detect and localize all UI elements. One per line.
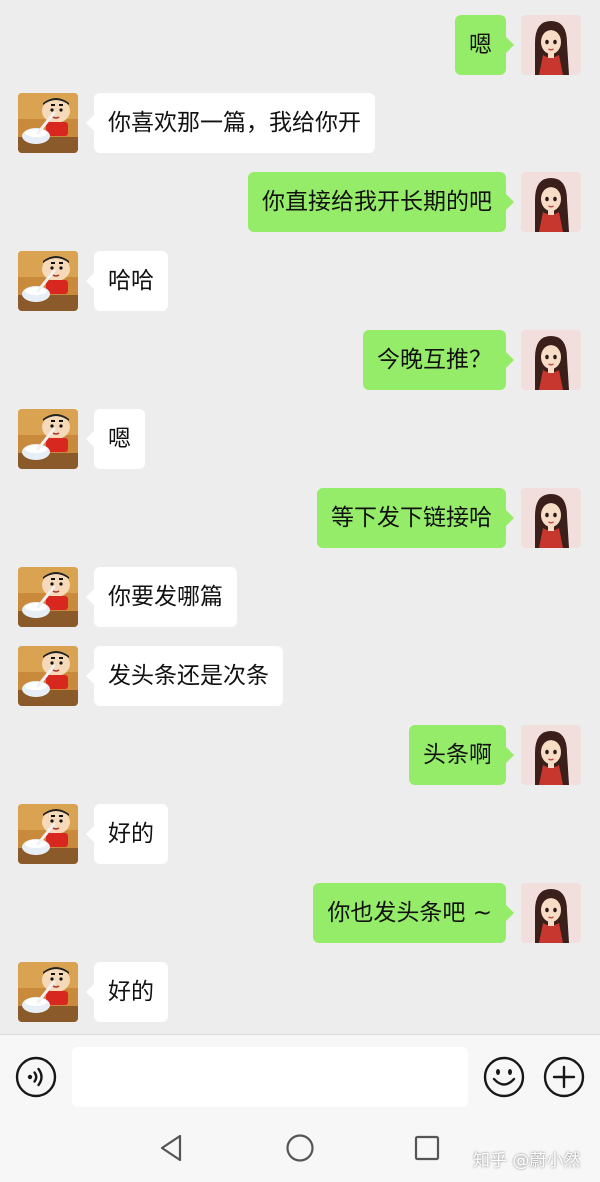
contact-avatar[interactable] bbox=[18, 567, 78, 627]
message-row: 好的 bbox=[0, 962, 600, 1022]
contact-avatar-image bbox=[18, 962, 78, 1022]
self-avatar-image bbox=[521, 172, 581, 232]
message-row: 等下发下链接哈 bbox=[0, 488, 600, 548]
message-bubble[interactable]: 好的 bbox=[86, 804, 168, 864]
message-bubble[interactable]: 你喜欢那一篇，我给你开 bbox=[86, 93, 375, 153]
self-avatar[interactable] bbox=[521, 725, 581, 785]
plus-icon[interactable] bbox=[543, 1056, 585, 1098]
message-row: 你要发哪篇 bbox=[0, 567, 600, 627]
self-avatar[interactable] bbox=[521, 883, 581, 943]
message-bubble[interactable]: 嗯 bbox=[86, 409, 145, 469]
contact-avatar-image bbox=[18, 251, 78, 311]
contact-avatar[interactable] bbox=[18, 804, 78, 864]
back-triangle-icon[interactable] bbox=[156, 1132, 188, 1164]
message-bubble[interactable]: 好的 bbox=[86, 962, 168, 1022]
message-input[interactable] bbox=[72, 1047, 468, 1107]
contact-avatar-image bbox=[18, 567, 78, 627]
message-bubble[interactable]: 你直接给我开长期的吧 bbox=[248, 172, 514, 232]
chat-area[interactable]: 嗯 你喜欢那一篇，我给你开 你直接给我开长期的吧 哈哈 今晚互推？ 嗯 等下发下… bbox=[0, 0, 600, 1034]
message-row: 发头条还是次条 bbox=[0, 646, 600, 706]
message-row: 嗯 bbox=[0, 15, 600, 75]
self-avatar-image bbox=[521, 883, 581, 943]
self-avatar-image bbox=[521, 15, 581, 75]
self-avatar[interactable] bbox=[521, 330, 581, 390]
message-row: 今晚互推？ bbox=[0, 330, 600, 390]
contact-avatar[interactable] bbox=[18, 93, 78, 153]
contact-avatar-image bbox=[18, 646, 78, 706]
message-bubble[interactable]: 今晚互推？ bbox=[363, 330, 514, 390]
message-bubble[interactable]: 哈哈 bbox=[86, 251, 168, 311]
message-row: 嗯 bbox=[0, 409, 600, 469]
input-bar bbox=[0, 1034, 600, 1118]
self-avatar-image bbox=[521, 330, 581, 390]
self-avatar-image bbox=[521, 488, 581, 548]
message-bubble[interactable]: 头条啊 bbox=[409, 725, 514, 785]
self-avatar-image bbox=[521, 725, 581, 785]
contact-avatar-image bbox=[18, 409, 78, 469]
emoji-icon[interactable] bbox=[483, 1056, 525, 1098]
self-avatar[interactable] bbox=[521, 172, 581, 232]
message-row: 哈哈 bbox=[0, 251, 600, 311]
contact-avatar[interactable] bbox=[18, 409, 78, 469]
self-avatar[interactable] bbox=[521, 488, 581, 548]
message-row: 你喜欢那一篇，我给你开 bbox=[0, 93, 600, 153]
message-row: 头条啊 bbox=[0, 725, 600, 785]
recent-square-icon[interactable] bbox=[411, 1132, 443, 1164]
contact-avatar-image bbox=[18, 804, 78, 864]
contact-avatar[interactable] bbox=[18, 251, 78, 311]
message-bubble[interactable]: 发头条还是次条 bbox=[86, 646, 283, 706]
message-row: 你直接给我开长期的吧 bbox=[0, 172, 600, 232]
message-bubble[interactable]: 嗯 bbox=[455, 15, 514, 75]
message-row: 你也发头条吧 ~ bbox=[0, 883, 600, 943]
message-bubble[interactable]: 等下发下链接哈 bbox=[317, 488, 514, 548]
message-row: 好的 bbox=[0, 804, 600, 864]
contact-avatar-image bbox=[18, 93, 78, 153]
message-bubble[interactable]: 你也发头条吧 ~ bbox=[313, 883, 514, 943]
voice-icon[interactable] bbox=[15, 1056, 57, 1098]
self-avatar[interactable] bbox=[521, 15, 581, 75]
watermark: 知乎 @蔚小然 bbox=[473, 1151, 581, 1171]
contact-avatar[interactable] bbox=[18, 646, 78, 706]
message-bubble[interactable]: 你要发哪篇 bbox=[86, 567, 237, 627]
home-circle-icon[interactable] bbox=[284, 1132, 316, 1164]
contact-avatar[interactable] bbox=[18, 962, 78, 1022]
